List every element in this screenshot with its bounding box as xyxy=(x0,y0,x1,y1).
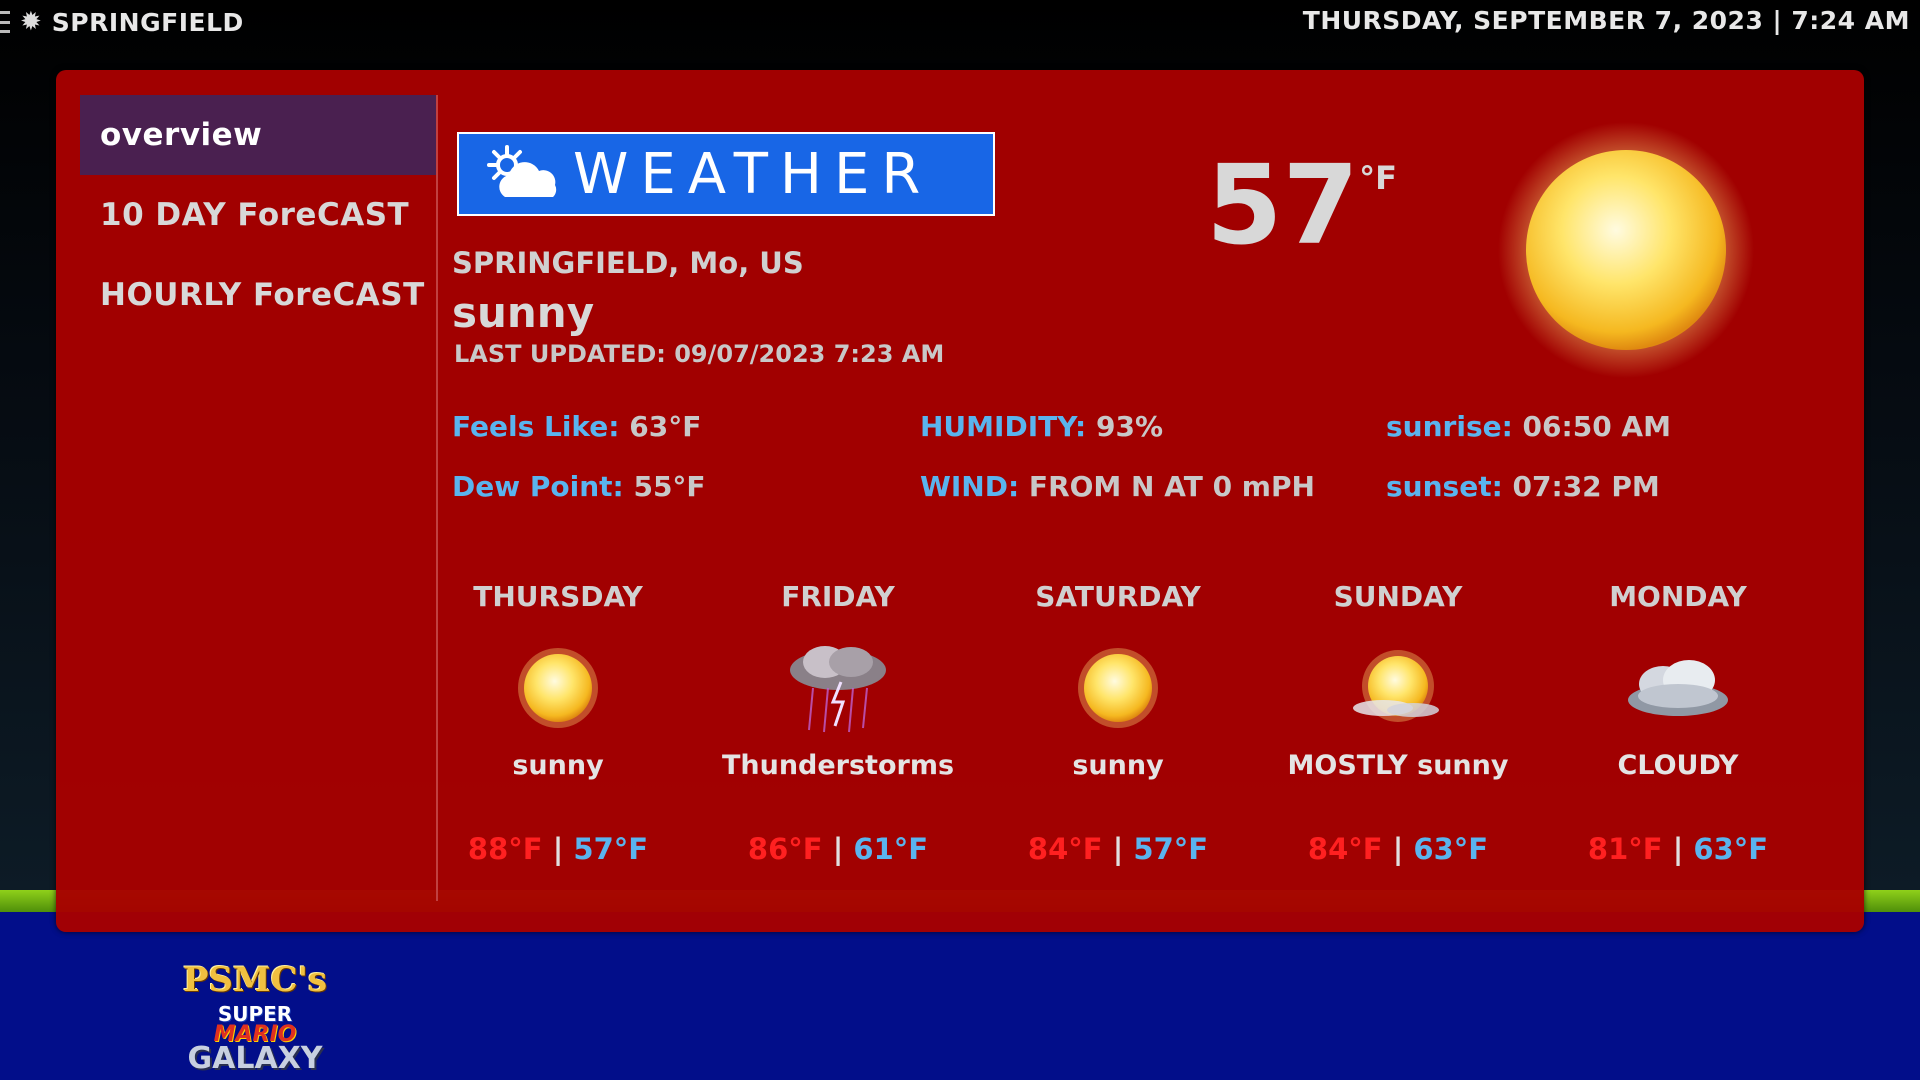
forecast-day: SUNDAY MOSTLY sunny 84°F | 63°F xyxy=(1258,580,1538,866)
forecast-high: 84°F xyxy=(1307,832,1383,866)
humidity-label: HUMIDITY: xyxy=(920,410,1087,443)
location: SPRINGFIELD, Mo, US xyxy=(452,246,804,280)
brand-line-1: PSMC's xyxy=(182,960,328,1000)
feels-like-label: Feels Like: xyxy=(452,410,620,443)
sunrise-value: 06:50 AM xyxy=(1512,410,1671,443)
weather-panel: overview 10 DAY ForeCAST HOURLY ForeCAST… xyxy=(56,70,1864,932)
forecast-temps: 86°F | 61°F xyxy=(698,832,978,866)
feels-like: Feels Like: 63°F xyxy=(452,410,701,443)
forecast-condition: sunny xyxy=(512,750,604,781)
nav-item-10-day-forecast[interactable]: 10 DAY ForeCAST xyxy=(80,175,436,255)
dew-point-value: 55°F xyxy=(623,470,706,503)
current-condition: sunny xyxy=(452,288,595,337)
forecast-temps: 81°F | 63°F xyxy=(1538,832,1818,866)
forecast-condition: sunny xyxy=(1072,750,1164,781)
temp-separator: | xyxy=(542,832,574,866)
forecast-high: 81°F xyxy=(1587,832,1663,866)
forecast-low: 57°F xyxy=(1133,832,1209,866)
temp-separator: | xyxy=(1382,832,1414,866)
sunrise: sunrise: 06:50 AM xyxy=(1386,410,1671,443)
forecast-temps: 84°F | 57°F xyxy=(978,832,1258,866)
temperature-value: 57 xyxy=(1206,141,1360,269)
forecast-day: THURSDAY sunny 88°F | 57°F xyxy=(418,580,698,866)
sun-icon xyxy=(1498,122,1754,378)
dew-point-label: Dew Point: xyxy=(452,470,624,503)
forecast-temps: 88°F | 57°F xyxy=(418,832,698,866)
forecast-day: FRIDAY Thunderstorms 86°F | 61°F xyxy=(698,580,978,866)
last-updated: LAST UPDATED: 09/07/2023 7:23 AM xyxy=(454,340,945,368)
forecast-day: MONDAY CLOUDY 81°F | 63°F xyxy=(1538,580,1818,866)
forecast-condition: MOSTLY sunny xyxy=(1287,750,1509,781)
top-bar-left: ✹ SPRINGFIELD xyxy=(0,4,244,40)
partly-sunny-icon xyxy=(487,145,557,197)
thunderstorm-icon xyxy=(790,646,886,733)
humidity: HUMIDITY: 93% xyxy=(920,410,1163,443)
forecast-condition: Thunderstorms xyxy=(721,750,955,781)
menu-icon[interactable] xyxy=(0,11,10,33)
cloud-icon xyxy=(1628,660,1728,716)
forecast-low: 63°F xyxy=(1413,832,1489,866)
brand-line-4: GALAXY xyxy=(187,1041,323,1076)
mostly-sunny-icon xyxy=(1353,650,1439,722)
weather-logo-text: WEATHER xyxy=(573,141,933,207)
forecast-high: 84°F xyxy=(1027,832,1103,866)
forecast-condition: CLOUDY xyxy=(1617,750,1739,781)
sun-icon xyxy=(518,648,598,728)
sunrise-label: sunrise: xyxy=(1386,410,1513,443)
forecast-high: 88°F xyxy=(467,832,543,866)
forecast-low: 63°F xyxy=(1693,832,1769,866)
wind: WIND: FROM N AT 0 mPH xyxy=(920,470,1315,503)
sunset: sunset: 07:32 PM xyxy=(1386,470,1660,503)
dew-point: Dew Point: 55°F xyxy=(452,470,706,503)
temp-separator: | xyxy=(1102,832,1134,866)
forecast-low: 57°F xyxy=(573,832,649,866)
temperature-unit: °F xyxy=(1359,159,1397,197)
gear-icon[interactable]: ✹ xyxy=(20,9,42,35)
forecast-low: 61°F xyxy=(853,832,929,866)
date-time: THURSDAY, SEPTEMBER 7, 2023 | 7:24 AM xyxy=(1302,6,1910,35)
forecast-temps: 84°F | 63°F xyxy=(1258,832,1538,866)
brand-logo: PSMC's SUPER MARIO GALAXY xyxy=(150,960,360,1078)
temp-separator: | xyxy=(1662,832,1694,866)
forecast-day-name: FRIDAY xyxy=(781,580,895,613)
humidity-value: 93% xyxy=(1086,410,1164,443)
temp-separator: | xyxy=(822,832,854,866)
sun-icon xyxy=(1078,648,1158,728)
forecast-day-name: MONDAY xyxy=(1609,580,1747,613)
forecast-day-name: SUNDAY xyxy=(1333,580,1463,613)
nav-item-hourly-forecast[interactable]: HOURLY ForeCAST xyxy=(80,255,436,335)
wind-label: WIND: xyxy=(920,470,1020,503)
forecast-day: SATURDAY sunny 84°F | 57°F xyxy=(978,580,1258,866)
nav-item-overview[interactable]: overview xyxy=(80,95,436,175)
current-temperature: 57 °F xyxy=(1206,150,1397,260)
sunset-label: sunset: xyxy=(1386,470,1503,503)
forecast-row: THURSDAY sunny 88°F | 57°F FRIDAY Thunde… xyxy=(452,580,1852,880)
top-city-label: SPRINGFIELD xyxy=(51,7,244,37)
sunset-value: 07:32 PM xyxy=(1502,470,1660,503)
weather-logo: WEATHER xyxy=(457,132,995,216)
forecast-day-name: THURSDAY xyxy=(473,580,643,613)
forecast-day-name: SATURDAY xyxy=(1035,580,1201,613)
feels-like-value: 63°F xyxy=(619,410,702,443)
sidebar: overview 10 DAY ForeCAST HOURLY ForeCAST xyxy=(80,95,438,901)
forecast-high: 86°F xyxy=(747,832,823,866)
wind-value: FROM N AT 0 mPH xyxy=(1019,470,1315,503)
